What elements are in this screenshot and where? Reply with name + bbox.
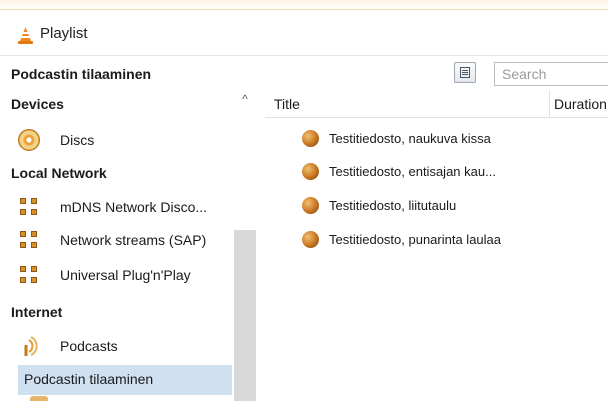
row-title: Testitiedosto, naukuva kissa: [329, 131, 491, 146]
sidebar-item-upnp[interactable]: Universal Plug'n'Play: [18, 261, 230, 291]
disc-icon: [18, 129, 40, 151]
column-title[interactable]: Title: [274, 96, 300, 112]
sidebar-item-mdns[interactable]: mDNS Network Disco...: [18, 193, 230, 223]
view-mode-button[interactable]: [454, 62, 476, 83]
network-icon: [18, 196, 40, 218]
playlist-titlebar: Playlist: [0, 14, 608, 52]
media-file-icon: [302, 197, 319, 214]
playlist-view: Title Duration Testitiedosto, naukuva ki…: [265, 90, 608, 401]
sidebar-item-podcastin-tilaaminen[interactable]: Podcastin tilaaminen: [18, 365, 232, 395]
sidebar-item-sap[interactable]: Network streams (SAP): [18, 226, 230, 256]
sidebar-item-discs[interactable]: Discs: [18, 126, 230, 156]
vlc-cone-icon: [18, 27, 33, 44]
media-file-icon: [302, 231, 319, 248]
titlebar-divider: [0, 55, 608, 56]
partial-icon: [30, 396, 48, 401]
sidebar-item-label: mDNS Network Disco...: [60, 199, 208, 215]
media-file-icon: [302, 130, 319, 147]
search-box[interactable]: [494, 62, 608, 86]
sidebar-item-label: Podcasts: [60, 338, 118, 354]
sidebar-item-label: Podcastin tilaaminen: [24, 371, 154, 387]
playlist-row[interactable]: Testitiedosto, punarinta laulaa: [265, 226, 608, 254]
view-mode-icon: [460, 67, 470, 78]
column-separator[interactable]: [549, 90, 550, 117]
scroll-thumb[interactable]: [234, 230, 256, 401]
breadcrumb: Podcastin tilaaminen: [11, 66, 152, 82]
section-internet: Internet: [11, 304, 63, 320]
column-duration[interactable]: Duration: [554, 96, 607, 112]
sidebar-item-podcasts[interactable]: Podcasts: [18, 332, 230, 362]
sidebar-item-label: Network streams (SAP): [60, 232, 207, 248]
scroll-up-button[interactable]: ^: [232, 92, 258, 106]
network-icon: [18, 229, 40, 251]
row-title: Testitiedosto, liitutaulu: [329, 198, 457, 213]
network-icon: [18, 264, 40, 286]
podcast-icon: [24, 336, 38, 356]
playlist-row[interactable]: Testitiedosto, naukuva kissa: [265, 125, 608, 153]
search-input[interactable]: [495, 63, 608, 85]
sidebar-scrollbar[interactable]: ^: [232, 88, 258, 401]
window-title: Playlist: [40, 25, 88, 42]
window-top-edge: [0, 0, 608, 10]
row-title: Testitiedosto, entisajan kau...: [329, 164, 496, 179]
row-title: Testitiedosto, punarinta laulaa: [329, 232, 502, 247]
section-local-network: Local Network: [11, 165, 107, 181]
sidebar-item-label: Discs: [60, 132, 95, 148]
playlist-row[interactable]: Testitiedosto, entisajan kau...: [265, 158, 608, 186]
section-devices: Devices: [11, 96, 64, 112]
column-header: Title Duration: [265, 90, 608, 118]
sidebar-item-label: Universal Plug'n'Play: [60, 267, 191, 283]
media-file-icon: [302, 163, 319, 180]
playlist-row[interactable]: Testitiedosto, liitutaulu: [265, 192, 608, 220]
sidebar: Devices Discs Local Network mDNS Network…: [0, 88, 258, 401]
